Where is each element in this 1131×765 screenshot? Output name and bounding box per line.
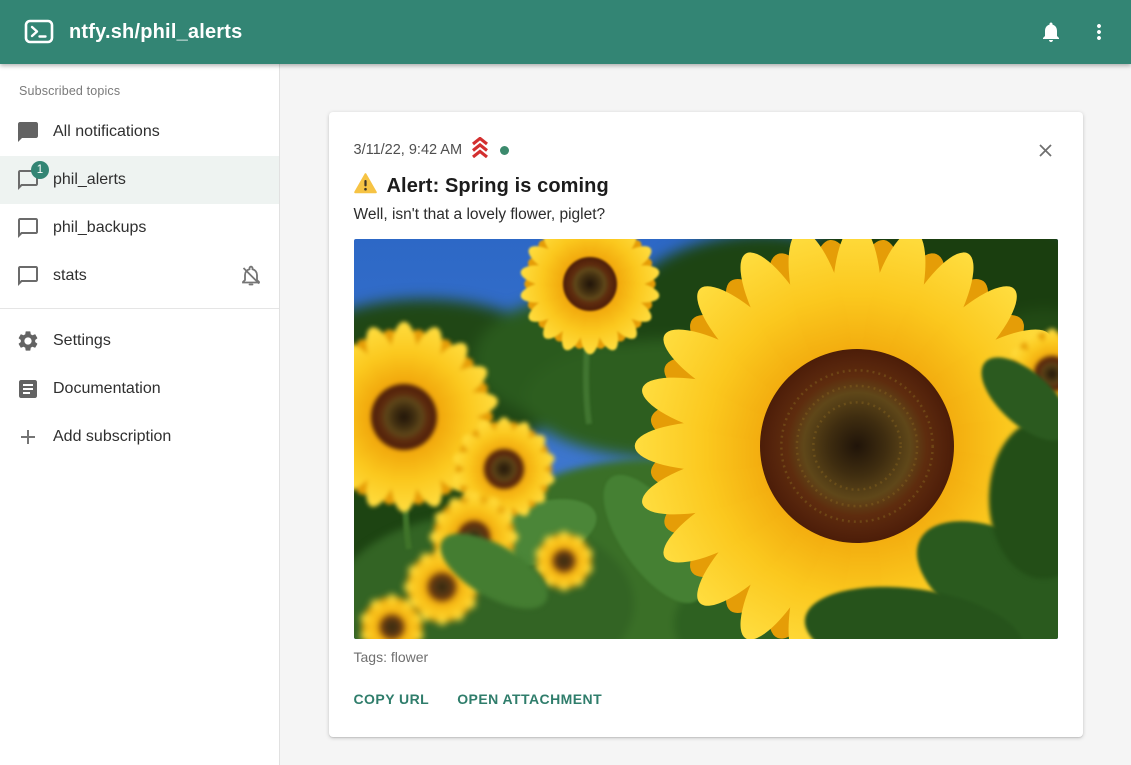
priority-max-icon	[469, 137, 491, 163]
app-title: ntfy.sh/phil_alerts	[69, 21, 1027, 44]
tags-label: Tags: flower	[354, 649, 1058, 665]
notification-title: Alert: Spring is coming	[387, 175, 609, 198]
sidebar-item-phil-backups[interactable]: phil_backups	[0, 204, 279, 252]
chat-bubble-outline-icon: 1	[16, 168, 40, 192]
chat-bubble-outline-icon	[16, 216, 40, 240]
status-dot-icon	[500, 146, 509, 155]
sidebar-item-label: phil_alerts	[53, 171, 126, 189]
plus-icon	[16, 425, 40, 449]
sidebar: Subscribed topics All notifications 1 ph…	[0, 64, 280, 765]
overflow-menu-button[interactable]	[1075, 8, 1123, 56]
sidebar-item-label: phil_backups	[53, 219, 146, 237]
gear-icon	[16, 329, 40, 353]
sidebar-item-settings[interactable]: Settings	[0, 317, 279, 365]
warning-triangle-icon	[354, 173, 377, 199]
more-vert-icon	[1087, 20, 1111, 44]
app-bar: ntfy.sh/phil_alerts	[0, 0, 1131, 64]
sidebar-item-documentation[interactable]: Documentation	[0, 365, 279, 413]
sidebar-divider	[0, 308, 279, 309]
main-content: 3/11/22, 9:42 AM	[280, 64, 1131, 765]
notification-meta-row: 3/11/22, 9:42 AM	[354, 136, 1058, 164]
ntfy-app-window: ntfy.sh/phil_alerts Subscribed topics Al…	[0, 0, 1131, 765]
sidebar-item-label: Settings	[53, 332, 111, 350]
sidebar-item-label: Add subscription	[53, 428, 171, 446]
notification-body: Well, isn't that a lovely flower, piglet…	[354, 206, 1058, 224]
bell-icon	[1039, 20, 1063, 44]
notifications-muted-bell-off-icon	[239, 264, 263, 288]
notification-actions: COPY URL OPEN ATTACHMENT	[354, 687, 1058, 713]
ntfy-logo-icon	[24, 19, 54, 45]
notification-title-row: Alert: Spring is coming	[354, 173, 1058, 199]
attachment-image-sunflowers[interactable]	[354, 239, 1058, 639]
document-icon	[16, 377, 40, 401]
close-icon	[1035, 140, 1056, 161]
close-notification-button[interactable]	[1032, 136, 1060, 164]
open-attachment-button[interactable]: OPEN ATTACHMENT	[457, 687, 602, 711]
chat-bubble-outline-icon	[16, 264, 40, 288]
chat-bubble-filled-icon	[16, 120, 40, 144]
sidebar-item-phil-alerts[interactable]: 1 phil_alerts	[0, 156, 279, 204]
sidebar-item-label: stats	[53, 267, 87, 285]
sidebar-item-all-notifications[interactable]: All notifications	[0, 108, 279, 156]
sidebar-item-label: All notifications	[53, 123, 160, 141]
sidebar-item-label: Documentation	[53, 380, 161, 398]
notification-meta: 3/11/22, 9:42 AM	[354, 137, 1032, 163]
sidebar-item-stats[interactable]: stats	[0, 252, 279, 300]
copy-url-button[interactable]: COPY URL	[354, 687, 430, 711]
sidebar-item-add-subscription[interactable]: Add subscription	[0, 413, 279, 461]
notifications-bell-button[interactable]	[1027, 8, 1075, 56]
subscribed-topics-label: Subscribed topics	[0, 64, 279, 108]
timestamp: 3/11/22, 9:42 AM	[354, 142, 463, 158]
unread-count-badge: 1	[31, 161, 49, 179]
notification-card: 3/11/22, 9:42 AM	[329, 112, 1083, 737]
